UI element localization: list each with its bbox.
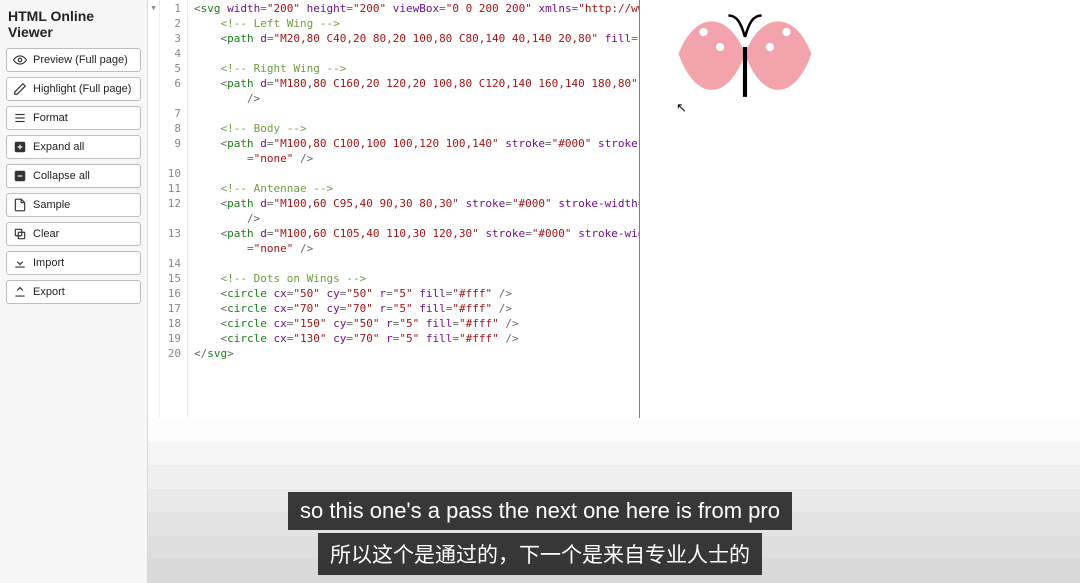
minus-square-icon [13,169,27,183]
button-label: Export [33,286,65,298]
plus-square-icon [13,140,27,154]
edit-icon [13,82,27,96]
button-label: Expand all [33,141,84,153]
mouse-cursor-icon: ↖ [676,100,687,116]
left-wing [679,21,745,89]
upload-icon [13,285,27,299]
file-icon [13,198,27,212]
button-label: Clear [33,228,59,240]
eye-icon [13,53,27,67]
wing-dot [782,28,790,36]
wing-dot [699,28,707,36]
sample-button[interactable]: Sample [6,193,141,217]
button-label: Sample [33,199,70,211]
export-button[interactable]: Export [6,280,141,304]
sidebar: HTML Online Viewer Preview (Full page) H… [0,0,148,583]
list-icon [13,111,27,125]
preview-button[interactable]: Preview (Full page) [6,48,141,72]
app-title: HTML Online Viewer [6,4,141,48]
format-button[interactable]: Format [6,106,141,130]
right-wing [745,21,811,89]
clear-button[interactable]: Clear [6,222,141,246]
copy-icon [13,227,27,241]
button-label: Import [33,257,64,269]
collapse-all-button[interactable]: Collapse all [6,164,141,188]
wing-dot [716,43,724,51]
expand-all-button[interactable]: Expand all [6,135,141,159]
button-label: Preview (Full page) [33,54,128,66]
button-label: Collapse all [33,170,90,182]
button-label: Highlight (Full page) [33,83,131,95]
highlight-button[interactable]: Highlight (Full page) [6,77,141,101]
button-label: Format [33,112,68,124]
bottom-gradient [148,418,1080,583]
fold-marker-icon[interactable]: ▾ [150,1,157,14]
import-button[interactable]: Import [6,251,141,275]
wing-dot [766,43,774,51]
download-icon [13,256,27,270]
